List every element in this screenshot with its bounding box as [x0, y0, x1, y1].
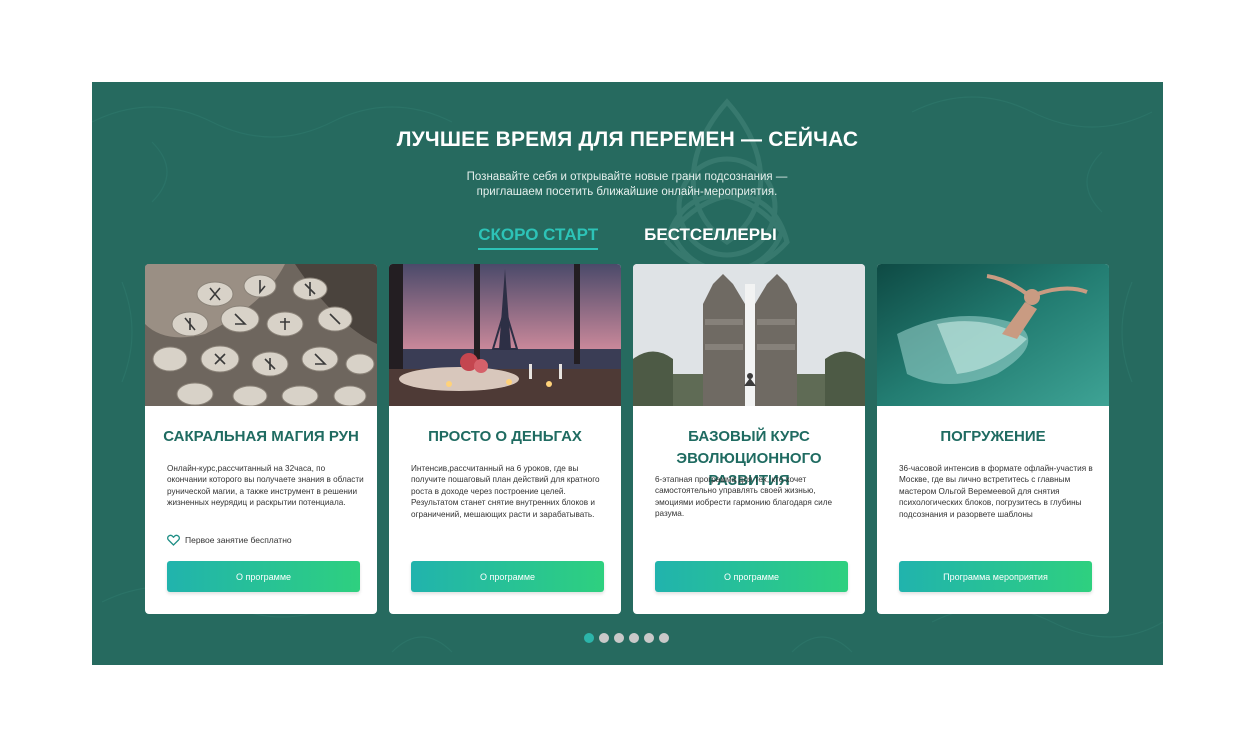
free-lesson-badge: Первое занятие бесплатно	[167, 534, 292, 546]
heart-icon	[167, 534, 180, 546]
tab-bestsellers[interactable]: БЕСТСЕЛЛЕРЫ	[644, 225, 777, 250]
card-description: 36-часовой интенсив в формате офлайн-уча…	[899, 464, 1093, 519]
card-description: 6-этапная программа для тех, кто хочет с…	[655, 475, 833, 519]
pagination-dot[interactable]	[614, 633, 624, 643]
badge-label: Первое занятие бесплатно	[185, 535, 292, 545]
event-card: Сакральная магия рун Онлайн-курс,рассчит…	[145, 264, 377, 614]
event-card: Просто о деньгах Интенсив,рассчитанный н…	[389, 264, 621, 614]
about-program-button[interactable]: О программе	[655, 561, 848, 592]
section-title: ЛУЧШЕЕ ВРЕМЯ ДЛЯ ПЕРЕМЕН — СЕЙЧАС	[396, 128, 859, 151]
subtitle-line-1: Познавайте себя и открывайте новые грани…	[466, 171, 788, 183]
events-section: ЛУЧШЕЕ ВРЕМЯ ДЛЯ ПЕРЕМЕН — СЕЙЧАС Познав…	[92, 82, 1163, 665]
tab-soon-start[interactable]: СКОРО СТАРТ	[478, 225, 599, 250]
pagination-dot[interactable]	[599, 633, 609, 643]
card-title: Просто о деньгах	[428, 428, 582, 445]
rune-stones-image	[145, 264, 377, 406]
pagination-dot[interactable]	[584, 633, 594, 643]
cards-carousel: Сакральная магия рун Онлайн-курс,рассчит…	[145, 264, 1109, 614]
event-card: Базовый курс эволюционного развития 6-эт…	[633, 264, 865, 614]
program-event-button[interactable]: Программа мероприятия	[899, 561, 1092, 592]
event-card: Погружение 36-часовой интенсив в формате…	[877, 264, 1109, 614]
section-subtitle: Познавайте себя и открывайте новые грани…	[422, 170, 832, 200]
card-description: Онлайн-курс,рассчитанный на 32часа, по о…	[167, 464, 364, 508]
card-title: Погружение	[940, 428, 1046, 445]
bali-temple-gate-image	[633, 264, 865, 406]
pagination-dots	[584, 633, 669, 643]
eiffel-tower-dinner-image	[389, 264, 621, 406]
pagination-dot[interactable]	[629, 633, 639, 643]
pagination-dot[interactable]	[659, 633, 669, 643]
underwater-woman-image	[877, 264, 1109, 406]
subtitle-line-2: приглашаем посетить ближайшие онлайн-мер…	[476, 186, 778, 198]
card-description: Интенсив,рассчитанный на 6 уроков, где в…	[411, 464, 600, 519]
pagination-dot[interactable]	[644, 633, 654, 643]
about-program-button[interactable]: О программе	[411, 561, 604, 592]
card-title: Сакральная магия рун	[163, 428, 359, 445]
tabs: СКОРО СТАРТ БЕСТСЕЛЛЕРЫ	[92, 225, 1163, 250]
about-program-button[interactable]: О программе	[167, 561, 360, 592]
